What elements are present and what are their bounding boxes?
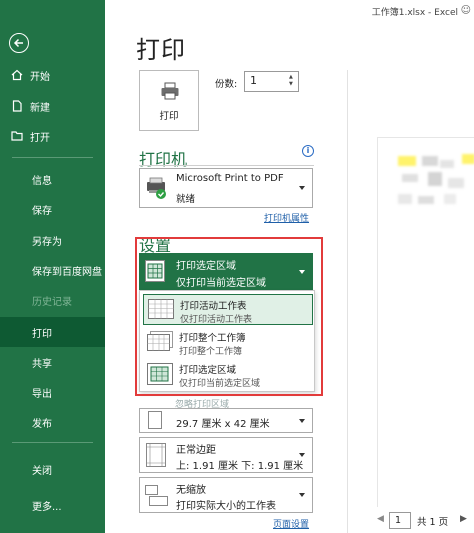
backstage-sidebar: 开始 新建 打开 信息 保存 另存为 保存到百度网盘 历史记录 打印 共享 导出…	[0, 0, 105, 533]
margins-desc: 上: 1.91 厘米 下: 1.91 厘米	[176, 461, 304, 472]
preview-pager: ◀ 1 共 1 页 ▶	[377, 512, 474, 530]
preview-divider	[347, 70, 348, 533]
preview-cell	[418, 196, 434, 204]
divider	[139, 165, 314, 166]
print-preview-page	[377, 137, 474, 507]
preview-cell	[398, 156, 416, 166]
printer-select[interactable]: Microsoft Print to PDF 就绪	[139, 168, 313, 208]
nav-more[interactable]: 更多...	[0, 490, 105, 520]
nav-new-label: 新建	[30, 102, 50, 114]
paper-size-value: 29.7 厘米 x 42 厘米	[176, 419, 270, 430]
nav-history: 历史记录	[0, 285, 105, 315]
printer-device-icon	[145, 176, 167, 204]
previous-page-icon[interactable]: ◀	[377, 514, 384, 524]
home-icon	[10, 68, 24, 82]
printer-properties-link[interactable]: 打印机属性	[264, 211, 309, 224]
chevron-down-icon	[299, 186, 305, 190]
copies-value: 1	[250, 74, 257, 87]
nav-save-to-baidu[interactable]: 保存到百度网盘	[0, 255, 105, 285]
nav-home-label: 开始	[30, 71, 50, 83]
preview-cell	[440, 160, 454, 168]
copies-spinner[interactable]: ▲ ▼	[289, 74, 296, 88]
preview-cell	[402, 174, 418, 182]
printer-icon	[160, 81, 180, 105]
chevron-down-icon	[299, 453, 305, 457]
nav-print[interactable]: 打印	[0, 317, 105, 347]
margins-icon	[146, 443, 166, 471]
info-icon[interactable]: i	[302, 145, 314, 157]
nav-save[interactable]: 保存	[0, 194, 105, 224]
preview-cell	[398, 194, 412, 204]
copies-input[interactable]: 1 ▲ ▼	[244, 71, 299, 92]
print-button[interactable]: 打印	[139, 70, 199, 131]
paper-size-select[interactable]: 29.7 厘米 x 42 厘米	[139, 408, 313, 433]
preview-cell	[422, 156, 438, 166]
window-title: 工作簿1.xlsx - Excel	[371, 8, 458, 18]
nav-publish-label: 发布	[32, 418, 52, 430]
next-page-icon[interactable]: ▶	[460, 514, 467, 524]
printer-name: Microsoft Print to PDF	[176, 173, 284, 184]
printer-heading: 打印机	[139, 150, 188, 169]
nav-save-to-baidu-label: 保存到百度网盘	[32, 266, 102, 278]
title-bar: 工作簿1.xlsx - Excel ☺	[105, 0, 474, 22]
preview-cell	[428, 172, 442, 186]
scaling-select[interactable]: 无缩放 打印实际大小的工作表	[139, 477, 313, 513]
preview-cell	[462, 154, 474, 164]
nav-publish[interactable]: 发布	[0, 407, 105, 437]
nav-more-label: 更多...	[32, 501, 62, 513]
sidebar-divider	[12, 442, 93, 443]
chevron-down-icon	[299, 418, 305, 423]
backstage-print-view: 开始 新建 打开 信息 保存 另存为 保存到百度网盘 历史记录 打印 共享 导出…	[0, 0, 474, 533]
page-title: 打印	[136, 36, 186, 64]
margins-select[interactable]: 正常边距 上: 1.91 厘米 下: 1.91 厘米	[139, 437, 313, 473]
nav-save-label: 保存	[32, 205, 52, 217]
page-count: 共 1 页	[417, 517, 449, 528]
new-document-icon	[10, 99, 24, 113]
nav-close[interactable]: 关闭	[0, 454, 105, 484]
nav-open[interactable]: 打开	[0, 121, 105, 151]
paper-icon	[148, 411, 162, 433]
print-button-label: 打印	[159, 111, 179, 122]
scaling-title: 无缩放	[176, 485, 206, 496]
nav-close-label: 关闭	[32, 465, 52, 477]
nav-new[interactable]: 新建	[0, 91, 105, 121]
back-arrow-icon[interactable]	[9, 33, 29, 53]
scaling-desc: 打印实际大小的工作表	[176, 501, 276, 512]
nav-share-label: 共享	[32, 358, 52, 370]
copies-label: 份数:	[215, 79, 238, 90]
nav-history-label: 历史记录	[32, 296, 72, 308]
page-setup-link[interactable]: 页面设置	[273, 517, 309, 530]
nav-save-as[interactable]: 另存为	[0, 225, 105, 255]
nav-home[interactable]: 开始	[0, 60, 105, 90]
printer-status: 就绪	[176, 194, 196, 205]
open-folder-icon	[10, 129, 24, 143]
nav-export-label: 导出	[32, 388, 52, 400]
scaling-icon	[145, 485, 169, 511]
nav-open-label: 打开	[30, 132, 50, 144]
nav-info[interactable]: 信息	[0, 164, 105, 194]
nav-print-label: 打印	[32, 328, 52, 340]
nav-export[interactable]: 导出	[0, 377, 105, 407]
page-number-input[interactable]: 1	[389, 512, 411, 529]
highlight-annotation	[135, 237, 323, 396]
nav-save-as-label: 另存为	[32, 236, 62, 248]
sidebar-divider	[12, 157, 93, 158]
nav-share[interactable]: 共享	[0, 347, 105, 377]
margins-title: 正常边距	[176, 445, 216, 456]
page-number-value: 1	[395, 515, 402, 526]
chevron-down-icon	[299, 493, 305, 497]
smiley-icon[interactable]: ☺	[461, 5, 471, 16]
nav-info-label: 信息	[32, 175, 52, 187]
preview-cell	[448, 178, 464, 188]
preview-cell	[444, 194, 456, 204]
